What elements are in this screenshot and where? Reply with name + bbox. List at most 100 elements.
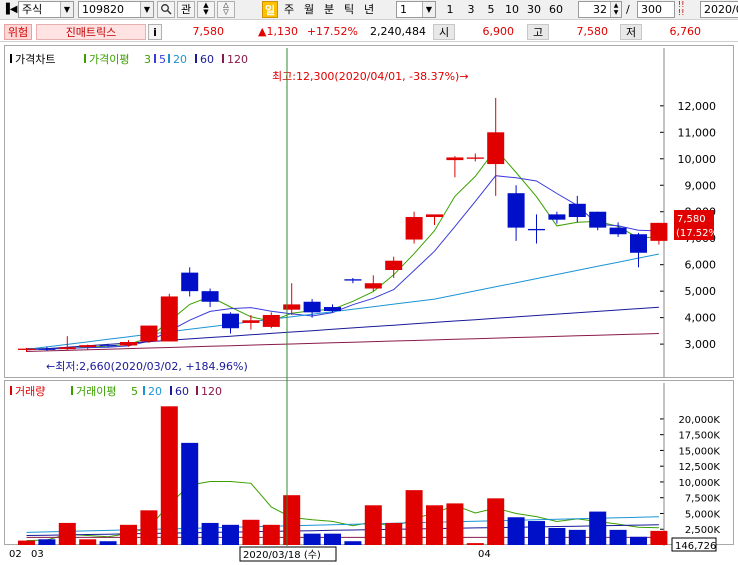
candle-body <box>385 260 403 270</box>
volume-bar <box>79 539 97 545</box>
volume-bar <box>222 524 239 545</box>
crosshair-date-tag: 2020/03/18 (수) <box>239 546 337 562</box>
ma3-line <box>26 148 659 350</box>
volume-tick-label: 20,000K <box>678 415 720 426</box>
volume-tick-label: 15,000K <box>678 446 720 457</box>
candle-body <box>446 157 464 161</box>
high-annotation: 최고:12,300(2020/04/01, -38.37%)→ <box>272 70 469 83</box>
price-tick-label: 12,000 <box>678 100 717 113</box>
candle-body <box>242 320 260 323</box>
volume-legend-ma120: 120 <box>201 385 222 398</box>
last-volume-tag: 146,726 <box>671 537 717 552</box>
volume-bar <box>242 519 260 545</box>
volume-bar <box>385 522 403 545</box>
price-tick-label: 9,000 <box>685 179 717 192</box>
crosshair-date-text: 2020/03/18 (수) <box>243 549 321 561</box>
last-price-tag-value: 7,580 <box>677 214 706 225</box>
volume-bar <box>507 517 525 545</box>
candle-body <box>344 279 362 281</box>
price-tick-label: 11,000 <box>678 126 717 139</box>
low-annotation: ←최저:2,660(2020/03/02, +184.96%) <box>46 360 248 373</box>
candle-body <box>283 304 301 310</box>
volume-bar <box>630 536 647 545</box>
candle-body <box>426 214 443 218</box>
legend-swatch-ma <box>84 54 86 63</box>
volume-tick-label: 2,500K <box>685 525 721 536</box>
candle-body <box>548 214 566 220</box>
volume-bar <box>99 541 117 545</box>
legend-swatch-vma60 <box>170 386 172 395</box>
legend-swatch-ma20 <box>168 54 170 63</box>
candle-body <box>650 222 668 241</box>
volume-bar <box>324 533 341 545</box>
volume-bar <box>609 529 627 545</box>
candle-body <box>507 193 525 228</box>
candle-body <box>120 341 137 346</box>
ma5-line <box>26 175 659 350</box>
volume-bar <box>38 539 56 545</box>
volume-tick-label: 5,000K <box>685 509 721 520</box>
volume-bar <box>283 495 301 545</box>
candle-body <box>181 272 199 292</box>
volume-legend-ma60: 60 <box>175 385 189 398</box>
candle-body <box>99 345 117 347</box>
price-tick-label: 10,000 <box>678 153 717 166</box>
candle-body <box>364 283 382 289</box>
price-legend-ma60: 60 <box>200 53 214 66</box>
volume-bar <box>181 442 199 545</box>
candle-body <box>487 132 505 165</box>
volume-tick-label: 10,000K <box>678 478 720 489</box>
candle-body <box>140 325 158 342</box>
candle-body <box>160 296 178 342</box>
volume-bar <box>426 505 443 545</box>
price-legend-title: 가격차트 <box>15 53 55 66</box>
candle-body <box>405 217 423 240</box>
price-legend: 가격차트 가격이평 3 5 20 60 120 <box>10 53 248 66</box>
candle-body <box>38 348 56 350</box>
price-legend-ma20: 20 <box>173 53 187 66</box>
candle-body <box>58 347 76 350</box>
candle-body <box>201 291 219 302</box>
legend-swatch-volume <box>10 386 12 395</box>
candle-body <box>303 301 321 313</box>
stock-chart[interactable]: 가격차트 가격이평 3 5 20 60 120 거래량 거래이평 5 20 60… <box>0 0 738 565</box>
volume-bar <box>487 498 505 545</box>
price-legend-ma-title: 가격이평 <box>89 53 129 66</box>
volume-bar <box>160 406 178 545</box>
volume-bar <box>140 510 158 545</box>
candle-body <box>609 227 627 235</box>
volume-legend-ma-title: 거래이평 <box>76 385 116 398</box>
price-tick-label: 5,000 <box>685 285 717 298</box>
candle-body <box>528 228 545 231</box>
volume-legend-ma5: 5 <box>131 385 138 398</box>
candle-body <box>18 348 35 350</box>
volume-bar <box>58 522 76 545</box>
price-legend-ma120: 120 <box>227 53 248 66</box>
legend-swatch-ma60 <box>195 54 197 63</box>
volume-bar <box>466 543 484 545</box>
legend-swatch-ma120 <box>222 54 224 63</box>
legend-swatch-ma5 <box>154 54 156 63</box>
volume-bar <box>446 503 464 545</box>
ma20-line <box>26 253 659 350</box>
volume-bar <box>201 522 219 545</box>
candle-body <box>79 345 97 348</box>
volume-tick-label: 12,500K <box>678 462 720 473</box>
volume-tick-label: 17,500K <box>678 431 720 442</box>
volume-bar <box>650 530 668 545</box>
candle-body <box>324 307 341 312</box>
x-label-apr: 04 <box>478 549 491 560</box>
price-legend-ma5: 5 <box>159 53 166 66</box>
price-tick-label: 4,000 <box>685 312 717 325</box>
volume-bar <box>364 505 382 545</box>
legend-swatch-price <box>10 54 12 63</box>
price-legend-ma3: 3 <box>144 53 151 66</box>
candle-body <box>589 211 607 228</box>
last-volume-tag-value: 146,726 <box>675 541 716 552</box>
legend-swatch-vma20 <box>143 386 145 395</box>
volume-bar <box>18 540 35 545</box>
volume-bar <box>528 521 545 545</box>
x-label-feb: 02 <box>9 549 22 560</box>
volume-bar <box>568 529 586 545</box>
candle-body <box>262 314 280 327</box>
